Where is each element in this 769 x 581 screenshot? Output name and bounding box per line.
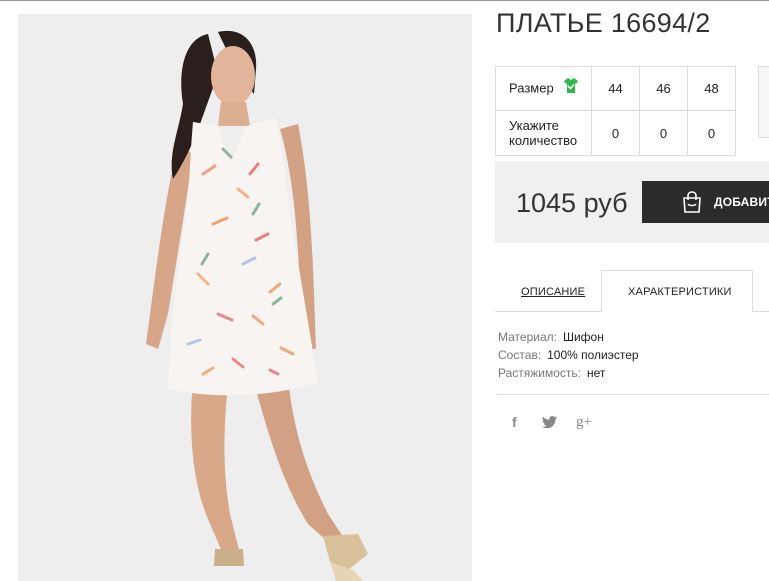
tab-specs[interactable]: ХАРАКТЕРИСТИКИ: [628, 286, 732, 298]
product-price: 1045 руб: [516, 188, 628, 218]
spec-row-composition: Состав: 100% полиэстер: [498, 346, 639, 364]
product-photo[interactable]: [18, 14, 472, 581]
size-row: Размер 44 46 48: [495, 66, 736, 111]
quantity-input-44[interactable]: 0: [591, 110, 640, 156]
spec-key: Состав:: [498, 348, 542, 362]
model-in-dress-image: [146, 30, 368, 581]
googleplus-icon[interactable]: g+: [576, 414, 592, 431]
spec-key: Растяжимость:: [498, 366, 582, 380]
facebook-icon[interactable]: f: [512, 414, 517, 430]
quantity-label-line1: Укажите: [509, 118, 559, 133]
quantity-label-cell: Укажите количество: [495, 110, 592, 156]
size-label-cell: Размер: [495, 66, 592, 111]
spec-row-stretch: Растяжимость: нет: [498, 364, 639, 382]
add-to-cart-label: ДОБАВИТЬ: [714, 195, 769, 209]
quantity-input-46[interactable]: 0: [639, 110, 688, 156]
spec-value: нет: [587, 366, 606, 380]
size-46: 46: [639, 66, 688, 111]
divider: [497, 394, 769, 395]
tab-description[interactable]: ОПИСАНИЕ: [521, 286, 585, 298]
spec-row-material: Материал: Шифон: [498, 328, 639, 346]
side-panel-edge: [758, 66, 769, 138]
size-chart-icon[interactable]: [563, 77, 579, 96]
size-44: 44: [591, 66, 640, 111]
size-label: Размер: [509, 79, 554, 95]
size-48: 48: [687, 66, 736, 111]
spec-key: Материал:: [498, 330, 557, 344]
quantity-input-48[interactable]: 0: [687, 110, 736, 156]
size-quantity-table: Размер 44 46 48 Укажите количество 0 0 0: [495, 66, 736, 156]
add-to-cart-button[interactable]: ДОБАВИТЬ: [642, 181, 769, 223]
twitter-icon[interactable]: [542, 416, 557, 432]
shopping-bag-icon: [680, 190, 704, 217]
top-border: [0, 0, 769, 1]
quantity-row: Укажите количество 0 0 0: [495, 110, 736, 156]
price-panel: 1045 руб ДОБАВИТЬ: [495, 161, 769, 243]
spec-value: 100% полиэстер: [547, 348, 639, 362]
product-title: ПЛАТЬЕ 16694/2: [496, 8, 711, 38]
specs-list: Материал: Шифон Состав: 100% полиэстер Рас…: [498, 328, 639, 382]
spec-value: Шифон: [562, 330, 604, 344]
quantity-label-line2: количество: [509, 133, 578, 148]
